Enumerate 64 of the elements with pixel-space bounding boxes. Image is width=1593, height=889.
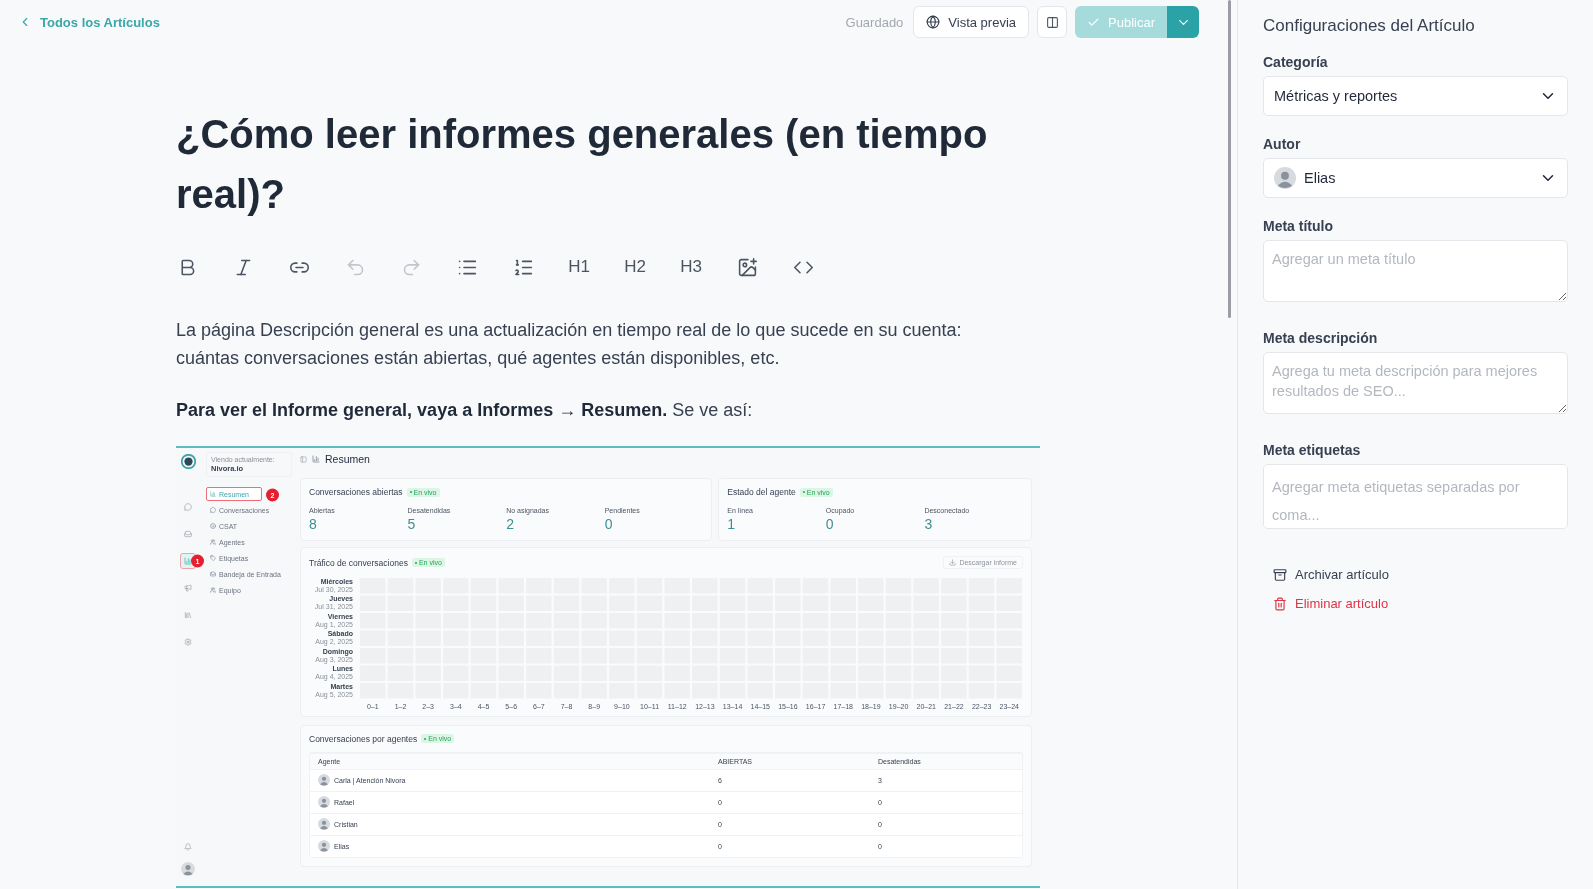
chart-icon xyxy=(210,491,216,497)
megaphone-icon xyxy=(184,584,192,592)
columns-icon xyxy=(1045,15,1059,29)
paragraph: Para ver el Informe general, vaya a Informes → Resumen. Se ve así: xyxy=(176,399,754,422)
stat-value: 2 xyxy=(506,516,515,532)
avatar xyxy=(318,796,330,808)
books-icon xyxy=(184,611,192,619)
author-select[interactable]: Elias xyxy=(1263,158,1568,198)
chart-icon xyxy=(184,557,192,565)
article-title: ¿Cómo leer informes generales (en tiempo real)? xyxy=(176,111,989,218)
stat-value: 1 xyxy=(727,516,737,532)
tags-field[interactable]: Agregar meta etiquetas separadas por coma... xyxy=(1263,464,1568,529)
inbox-icon xyxy=(210,571,216,577)
avatar xyxy=(318,774,330,786)
layout-button[interactable] xyxy=(1037,6,1068,38)
card-title: Tráfico de conversaciones xyxy=(309,557,408,568)
chat-icon xyxy=(184,503,192,511)
card-title: Estado del agente xyxy=(727,487,796,497)
paragraph: La página Descripción general es una actualización en tiempo real de lo que sucede en su cuenta: cuántas conversaciones están abiertas, qué agentes están disponibles, etc. xyxy=(176,319,963,370)
user-avatar xyxy=(181,862,195,876)
download-icon xyxy=(949,559,957,566)
publish-menu-button[interactable] xyxy=(1167,6,1199,38)
chart-icon xyxy=(312,455,320,463)
people-icon xyxy=(210,587,216,593)
people-icon xyxy=(210,539,216,545)
heading-button[interactable]: H3 xyxy=(680,254,702,280)
preview-button[interactable]: Vista previa xyxy=(913,6,1030,38)
card-title: Conversaciones por agentes xyxy=(309,733,418,744)
bell-icon xyxy=(184,843,192,851)
globe-icon xyxy=(926,15,941,29)
field-label: Meta título xyxy=(1263,218,1334,234)
panel-title: Configuraciones del Artículo xyxy=(1263,16,1476,36)
field-label: Meta descripción xyxy=(1263,330,1379,346)
text-field[interactable]: Agregar un meta título xyxy=(1263,240,1568,302)
smiley-icon xyxy=(210,523,216,529)
category-select[interactable]: Métricas y reportes xyxy=(1263,76,1568,116)
stat-value: 0 xyxy=(825,516,835,532)
card-title: Conversaciones abiertas xyxy=(309,487,403,497)
field-label: Autor xyxy=(1263,136,1302,152)
field-label: Categoría xyxy=(1263,54,1329,70)
save-status: Guardado xyxy=(845,14,904,30)
trash-icon xyxy=(1273,596,1287,611)
settings-icon xyxy=(184,638,192,646)
archive-icon xyxy=(1273,567,1287,582)
stat-value: 8 xyxy=(309,516,318,532)
text-field[interactable]: Agrega tu meta descripción para mejores resultados de SEO... xyxy=(1263,352,1568,414)
heading-button[interactable]: H2 xyxy=(624,254,646,280)
chat-icon xyxy=(210,507,216,513)
tag-icon xyxy=(210,555,216,561)
stat-value: 3 xyxy=(924,516,934,532)
back-link[interactable]: Todos los Artículos xyxy=(18,14,160,30)
archive-link[interactable]: Archivar artículo xyxy=(1273,567,1568,582)
stat-value: 0 xyxy=(604,516,614,532)
sidebar-toggle-icon[interactable] xyxy=(300,455,307,463)
logo-icon xyxy=(180,454,196,469)
avatar xyxy=(318,840,330,852)
avatar xyxy=(318,818,330,830)
heading-button[interactable]: H1 xyxy=(568,254,590,280)
page-title: Resumen xyxy=(325,453,370,465)
delete-link[interactable]: Eliminar artículo xyxy=(1273,596,1568,611)
avatar xyxy=(1274,167,1296,189)
field-label: Meta etiquetas xyxy=(1263,442,1362,458)
inbox-icon xyxy=(184,530,192,538)
stat-value: 5 xyxy=(407,516,417,532)
